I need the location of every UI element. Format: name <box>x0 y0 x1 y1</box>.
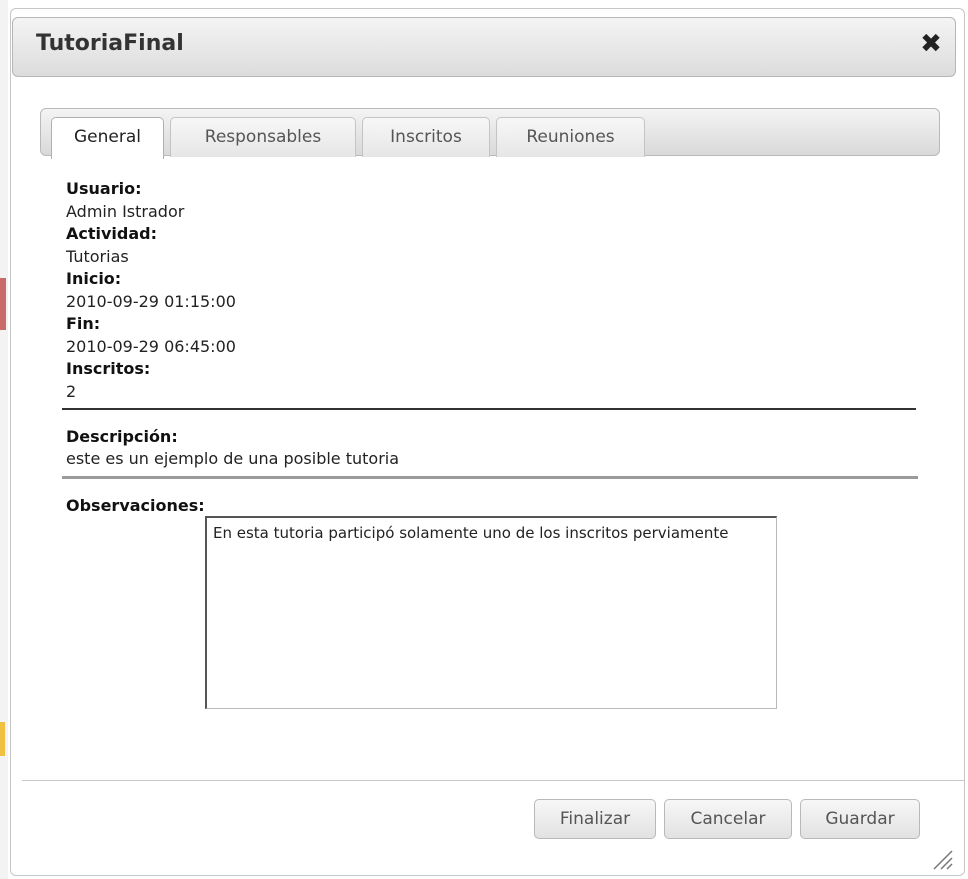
usuario-label: Usuario: <box>66 179 142 198</box>
tab-general[interactable]: General <box>51 117 164 159</box>
general-fields: Usuario: Admin Istrador Actividad: Tutor… <box>66 178 926 403</box>
close-icon[interactable]: ✖ <box>917 30 945 58</box>
dialog-titlebar[interactable]: TutoriaFinal ✖ <box>12 17 956 77</box>
fin-value: 2010-09-29 06:45:00 <box>66 336 236 356</box>
dialog-title: TutoriaFinal <box>36 31 184 56</box>
tab-reuniones[interactable]: Reuniones <box>496 117 645 157</box>
actividad-value: Tutorias <box>66 246 129 266</box>
background-red-fragment <box>0 278 6 330</box>
background-yellow-fragment <box>0 722 5 756</box>
usuario-value: Admin Istrador <box>66 201 185 221</box>
descripcion-block: Descripción: este es un ejemplo de una p… <box>66 426 926 470</box>
descripcion-label: Descripción: <box>66 427 178 446</box>
footer-divider <box>22 780 964 781</box>
inicio-label: Inicio: <box>66 269 122 288</box>
observaciones-label: Observaciones: <box>66 496 205 515</box>
inscritos-value: 2 <box>66 381 77 401</box>
guardar-button[interactable]: Guardar <box>800 799 920 839</box>
cancelar-button[interactable]: Cancelar <box>664 799 792 839</box>
observaciones-textarea[interactable]: En esta tutoria participó solamente uno … <box>205 516 777 709</box>
tab-inscritos[interactable]: Inscritos <box>362 117 490 157</box>
descripcion-value: este es un ejemplo de una posible tutori… <box>66 449 400 468</box>
inscritos-label: Inscritos: <box>66 359 151 378</box>
divider <box>62 476 918 479</box>
tab-responsables[interactable]: Responsables <box>170 117 356 157</box>
inicio-value: 2010-09-29 01:15:00 <box>66 291 236 311</box>
actividad-label: Actividad: <box>66 224 158 243</box>
fin-label: Fin: <box>66 314 101 333</box>
finalizar-button[interactable]: Finalizar <box>534 799 656 839</box>
divider <box>62 408 916 410</box>
resize-grip-icon[interactable] <box>928 845 954 871</box>
tabs-bar: General Responsables Inscritos Reuniones <box>40 108 940 159</box>
